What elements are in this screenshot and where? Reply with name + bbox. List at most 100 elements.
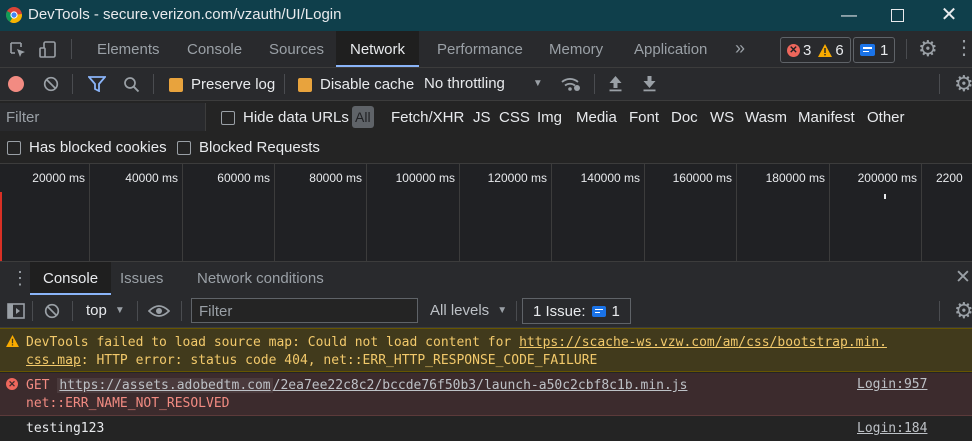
warning-icon	[818, 43, 833, 57]
error-source-link[interactable]: Login:957	[857, 377, 927, 392]
warning-count: 6	[835, 41, 844, 59]
type-filter-font[interactable]: Font	[629, 109, 659, 126]
sidebar-toggle-icon[interactable]	[7, 303, 25, 319]
issues-button[interactable]: 1 Issue: 1	[522, 298, 631, 324]
type-filter-other[interactable]: Other	[867, 109, 905, 126]
minimize-icon[interactable]: —	[826, 0, 872, 31]
type-filter-all[interactable]: All	[352, 106, 374, 128]
close-drawer-icon[interactable]: ✕	[955, 265, 971, 291]
disable-cache-checkbox[interactable]: Disable cache	[298, 76, 414, 93]
clear-icon[interactable]	[43, 76, 59, 92]
timeline-tick-label: 80000 ms	[309, 171, 362, 185]
console-error-message: ✕ GET https://assets.adobedtm.com/2ea7ee…	[0, 373, 972, 416]
settings-gear-icon[interactable]: ⚙	[918, 36, 938, 62]
has-blocked-cookies-checkbox[interactable]: Has blocked cookies	[7, 139, 167, 156]
more-tabs-icon[interactable]: »	[735, 31, 745, 67]
message-count: 1	[880, 41, 889, 59]
checkbox-checked-icon	[298, 77, 312, 92]
disable-cache-label: Disable cache	[320, 76, 415, 93]
request-method: GET	[26, 378, 58, 393]
drawer-menu-icon[interactable]: ⋮	[11, 264, 29, 292]
throttling-select[interactable]: No throttling ▼	[424, 75, 543, 92]
type-filter-wasm[interactable]: Wasm	[745, 109, 787, 126]
record-icon[interactable]	[8, 76, 24, 92]
timeline-gridline	[829, 164, 830, 261]
blocked-requests-label: Blocked Requests	[199, 139, 320, 156]
type-filter-manifest[interactable]: Manifest	[798, 109, 855, 126]
tab-elements[interactable]: Elements	[97, 31, 160, 67]
throttling-value: No throttling	[424, 75, 505, 92]
clear-console-icon[interactable]	[44, 303, 60, 319]
checkbox-unchecked-icon	[177, 140, 191, 155]
window-titlebar: DevTools - secure.verizon.com/vzauth/UI/…	[0, 0, 972, 31]
device-toolbar-icon[interactable]	[38, 40, 58, 60]
context-select[interactable]: top ▼	[86, 302, 125, 319]
log-source-link[interactable]: Login:184	[857, 421, 927, 436]
network-filter-row: Filter Hide data URLs All Fetch/XHR JS C…	[0, 101, 972, 133]
context-value: top	[86, 302, 107, 319]
drawer-tab-network-conditions[interactable]: Network conditions	[197, 262, 324, 295]
error-code: net::ERR_NAME_NOT_RESOLVED	[26, 396, 230, 411]
live-expression-eye-icon[interactable]	[148, 304, 170, 318]
tab-performance[interactable]: Performance	[437, 31, 523, 67]
devtools-tabbar: Elements Console Sources Network Perform…	[0, 31, 972, 68]
messages-counter[interactable]: 1	[853, 37, 896, 63]
timeline-tick-label: 100000 ms	[395, 171, 455, 185]
import-har-icon[interactable]	[608, 75, 623, 92]
timeline-gridline	[921, 164, 922, 261]
type-filter-ws[interactable]: WS	[710, 109, 734, 126]
type-filter-js[interactable]: JS	[473, 109, 491, 126]
filter-icon[interactable]	[88, 76, 106, 92]
hide-data-urls-label: Hide data URLs	[243, 109, 349, 126]
network-toolbar: Preserve log Disable cache No throttling…	[0, 68, 972, 101]
type-filter-media[interactable]: Media	[576, 109, 617, 126]
timeline-marker	[884, 194, 886, 199]
tab-memory[interactable]: Memory	[549, 31, 603, 67]
console-filter-input[interactable]: Filter	[191, 298, 418, 323]
search-icon[interactable]	[123, 76, 140, 93]
tab-console[interactable]: Console	[187, 31, 242, 67]
timeline-tick-label: 140000 ms	[580, 171, 640, 185]
maximize-icon[interactable]	[874, 0, 920, 31]
timeline-gridline	[644, 164, 645, 261]
network-timeline-overview[interactable]: 20000 ms 40000 ms 60000 ms 80000 ms 1000…	[0, 163, 972, 261]
log-levels-select[interactable]: All levels ▼	[430, 302, 507, 319]
close-window-icon[interactable]: ✕	[926, 0, 972, 31]
warning-icon	[6, 335, 19, 347]
blocked-requests-checkbox[interactable]: Blocked Requests	[177, 139, 320, 156]
source-map-link[interactable]: https://scache-ws.vzw.com/am/css/bootstr…	[519, 335, 887, 350]
preserve-log-checkbox[interactable]: Preserve log	[169, 76, 275, 93]
network-filter-input[interactable]: Filter	[0, 103, 206, 131]
error-url-host[interactable]: https://assets.adobedtm.com	[57, 378, 273, 393]
console-warning-message: DevTools failed to load source map: Coul…	[0, 328, 972, 372]
type-filter-css[interactable]: CSS	[499, 109, 530, 126]
log-text: testing123	[26, 421, 105, 436]
type-filter-img[interactable]: Img	[537, 109, 562, 126]
export-har-icon[interactable]	[642, 75, 657, 92]
more-options-icon[interactable]: ⋮	[954, 36, 972, 60]
type-filter-doc[interactable]: Doc	[671, 109, 698, 126]
tab-network[interactable]: Network	[336, 31, 420, 67]
console-toolbar: top ▼ Filter All levels ▼ 1 Issue: 1 ⚙	[0, 295, 972, 328]
inspect-element-icon[interactable]	[9, 41, 27, 59]
network-conditions-icon[interactable]	[560, 75, 582, 93]
preserve-log-label: Preserve log	[191, 76, 276, 93]
tab-sources[interactable]: Sources	[269, 31, 324, 67]
hide-data-urls-checkbox[interactable]: Hide data URLs	[221, 109, 349, 126]
has-blocked-cookies-label: Has blocked cookies	[29, 139, 167, 156]
source-map-link-cont[interactable]: css.map	[26, 353, 81, 368]
type-filter-fetch-xhr[interactable]: Fetch/XHR	[391, 109, 464, 126]
console-settings-gear-icon[interactable]: ⚙	[954, 298, 972, 324]
timeline-tick-label: 40000 ms	[125, 171, 178, 185]
issues-count: 1	[611, 302, 620, 320]
timeline-tick-label: 120000 ms	[487, 171, 547, 185]
dropdown-arrow-icon: ▼	[114, 305, 125, 316]
drawer-tab-console[interactable]: Console	[30, 262, 112, 295]
tab-application[interactable]: Application	[634, 31, 707, 67]
error-url-path[interactable]: /2ea7ee22c8c2/bccde76f50b3/launch-a50c2c…	[273, 378, 688, 393]
issues-counter[interactable]: ✕ 3 6	[780, 37, 851, 63]
warning-text-start: DevTools failed to load source map: Coul…	[26, 335, 520, 350]
chrome-logo-icon	[6, 7, 22, 23]
network-settings-gear-icon[interactable]: ⚙	[954, 71, 972, 97]
drawer-tab-issues[interactable]: Issues	[120, 262, 163, 295]
